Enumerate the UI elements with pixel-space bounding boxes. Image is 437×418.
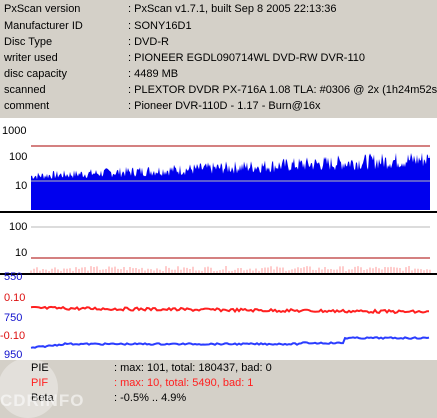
info-value: : SONY16D1 [128,20,192,32]
info-value: : PxScan v1.7.1, built Sep 8 2005 22:13:… [128,3,337,15]
jitter-tick-550: 550 [4,271,22,283]
pie-tick-1000: 1000 [2,125,26,137]
pif-tick-10: 10 [15,247,27,259]
legend-value-pie: : max: 101, total: 180437, bad: 0 [114,362,272,374]
info-row-disc-type: Disc Type : DVD-R [0,34,437,50]
info-row-manufacturer-id: Manufacturer ID : SONY16D1 [0,18,437,34]
disc-info-panel: PxScan version : PxScan v1.7.1, built Se… [0,0,437,118]
legend-value-pif: : max: 10, total: 5490, bad: 1 [114,377,254,389]
beta-tick-0-10: 0.10 [4,292,25,304]
info-value: : Pioneer DVR-110D - 1.17 - Burn@16x [128,100,321,112]
info-key: disc capacity [4,68,67,80]
info-row-disc-capacity: disc capacity : 4489 MB [0,66,437,82]
info-key: Disc Type [4,36,53,48]
info-value: : 4489 MB [128,68,179,80]
legend-label-pif: PIF [31,377,49,389]
info-row-pxscan-version: PxScan version : PxScan v1.7.1, built Se… [0,1,437,17]
info-value: : DVD-R [128,36,169,48]
legend-row-pie: PIE : max: 101, total: 180437, bad: 0 [0,361,437,376]
jitter-tick-750: 750 [4,312,22,324]
legend-value-beta: : -0.5% .. 4.9% [114,392,187,404]
info-key: Manufacturer ID [4,20,83,32]
info-row-comment: comment : Pioneer DVR-110D - 1.17 - Burn… [0,98,437,114]
pie-tick-100: 100 [9,151,27,163]
info-key: PxScan version [4,3,81,15]
legend-label-pie: PIE [31,362,49,374]
panel-divider-top [0,211,437,213]
scan-graph: 1000 100 10 100 10 550 0.10 750 -0.10 95… [0,118,437,360]
pie-tick-10: 10 [15,180,27,192]
info-key: scanned [4,84,46,96]
watermark-text: CDRINFO [0,391,85,410]
legend-row-pif: PIF : max: 10, total: 5490, bad: 1 [0,376,437,391]
info-value: : PIONEER EGDL090714WL DVD-RW DVR-110 [128,52,365,64]
panel-divider-bottom [0,273,437,275]
graph-background [0,118,437,360]
info-row-writer-used: writer used : PIONEER EGDL090714WL DVD-R… [0,50,437,66]
scan-graph-canvas: 1000 100 10 100 10 550 0.10 750 -0.10 95… [0,118,437,360]
beta-tick-minus-0-10: -0.10 [0,330,25,342]
pif-tick-100: 100 [9,221,27,233]
info-key: writer used [4,52,58,64]
info-row-scanned: scanned : PLEXTOR DVDR PX-716A 1.08 TLA:… [0,82,437,98]
info-value: : PLEXTOR DVDR PX-716A 1.08 TLA: #0306 @… [128,84,437,96]
info-key: comment [4,100,50,112]
